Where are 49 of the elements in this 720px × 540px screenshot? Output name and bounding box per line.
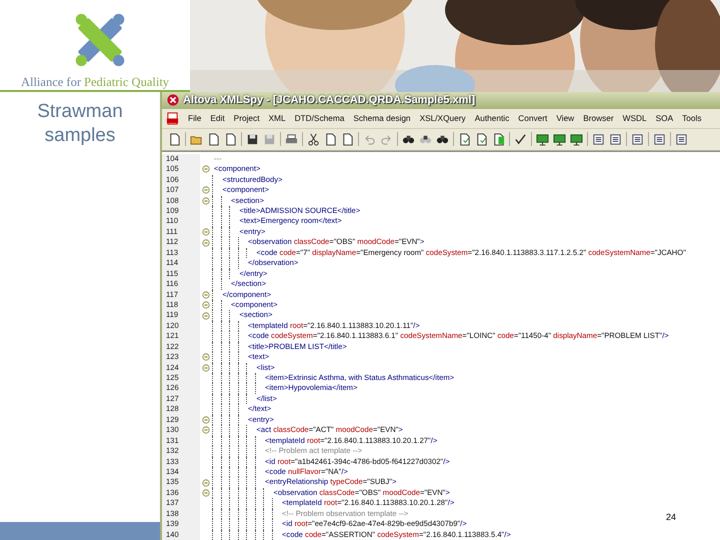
save-icon[interactable] — [246, 132, 259, 146]
page-icon[interactable] — [341, 132, 354, 146]
fold-icon[interactable] — [202, 165, 210, 174]
fold-icon[interactable] — [202, 416, 210, 424]
fold-icon[interactable] — [202, 426, 210, 434]
fold-icon[interactable] — [202, 290, 210, 299]
page-icon[interactable] — [168, 132, 181, 146]
menu-item[interactable]: View — [556, 113, 574, 124]
page-icon[interactable] — [224, 132, 237, 146]
fold-icon[interactable] — [202, 228, 210, 236]
menu-item[interactable]: Convert — [518, 113, 548, 124]
fold-icon[interactable] — [202, 301, 210, 310]
printer-icon[interactable] — [285, 132, 298, 146]
fold-icon[interactable] — [202, 186, 210, 194]
slide-title: Strawman samples — [36, 100, 124, 148]
monitor-icon[interactable] — [536, 132, 549, 146]
page-icon[interactable] — [324, 132, 337, 146]
menu-item[interactable]: Authentic — [474, 113, 510, 124]
fold-icon[interactable] — [202, 353, 210, 362]
menu-item[interactable]: Tools — [682, 113, 702, 124]
fold-icon[interactable] — [202, 238, 210, 247]
menu-item[interactable]: WSDL — [622, 113, 647, 124]
menu-item[interactable]: Browser — [583, 113, 614, 124]
menu-item[interactable]: SOA — [656, 113, 674, 124]
page-icon[interactable] — [492, 132, 505, 146]
fold-icon[interactable] — [202, 478, 210, 487]
app-icon — [167, 94, 179, 106]
document-icon[interactable] — [166, 112, 179, 125]
page-number: 24 — [666, 512, 676, 522]
page-icon[interactable] — [207, 132, 220, 146]
monitor-icon[interactable] — [553, 132, 566, 146]
menu-item[interactable]: Schema design — [353, 113, 411, 124]
fold-icon[interactable] — [202, 312, 210, 320]
page-icon[interactable] — [458, 132, 471, 146]
scissors-icon[interactable] — [307, 132, 320, 146]
menu-item[interactable]: DTD/Schema — [294, 113, 344, 124]
fold-icon[interactable] — [202, 364, 210, 372]
fold-icon[interactable] — [202, 196, 210, 205]
menu-item[interactable]: Edit — [210, 113, 225, 124]
window-title: Altova XMLSpy - [JCAHO.CACCAD.QRDA.Sample5.xml] — [183, 94, 476, 106]
organization-name: Alliance for Pediatric Quality — [20, 75, 170, 90]
menu-item[interactable]: XSL/XQuery — [420, 113, 466, 124]
menu-item[interactable]: XML — [268, 113, 286, 124]
page-icon[interactable] — [475, 132, 488, 146]
fold-icon[interactable] — [202, 489, 210, 498]
menu-item[interactable]: Project — [234, 113, 260, 124]
monitor-icon[interactable] — [570, 132, 583, 146]
menu-item[interactable]: File — [188, 113, 202, 124]
checkmark-icon[interactable] — [514, 132, 527, 146]
